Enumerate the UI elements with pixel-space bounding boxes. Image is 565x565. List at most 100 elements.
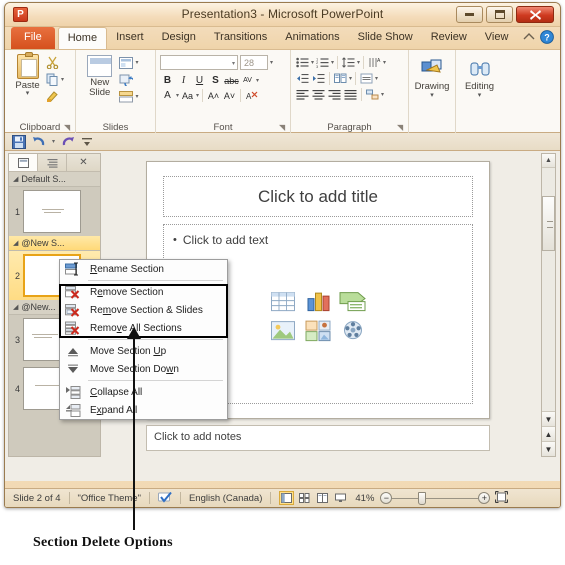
notes-pane[interactable]: Click to add notes <box>146 425 490 451</box>
menu-item-collapse-all[interactable]: Collapse All <box>60 383 227 401</box>
change-case-caret[interactable]: ▾ <box>196 92 199 99</box>
cut-button[interactable] <box>46 55 71 70</box>
tab-view[interactable]: View <box>476 27 518 49</box>
title-placeholder[interactable]: Click to add title <box>163 176 473 217</box>
convert-smartart-caret[interactable]: ▾ <box>381 91 384 98</box>
clear-formatting-button[interactable]: A <box>244 88 259 103</box>
outline-tab[interactable] <box>38 154 67 171</box>
font-size-input[interactable]: 28 <box>240 55 268 70</box>
reading-view-button[interactable] <box>315 491 330 505</box>
font-color-caret[interactable]: ▾ <box>176 92 179 99</box>
zoom-track[interactable] <box>392 491 479 505</box>
close-button[interactable] <box>516 6 554 23</box>
menu-item-move-section-up[interactable]: Move Section Up <box>60 342 227 360</box>
bullets-button[interactable] <box>295 55 310 69</box>
smartart-icon[interactable] <box>338 290 368 314</box>
collapse-triangle-icon[interactable]: ◢ <box>13 303 18 311</box>
change-case-button[interactable]: Aa <box>180 88 195 103</box>
zoom-slider[interactable]: − + <box>380 491 491 505</box>
character-spacing-button[interactable]: AV <box>240 73 255 88</box>
justify-button[interactable] <box>343 87 358 101</box>
scroll-down-button[interactable]: ▼ <box>542 411 555 426</box>
collapse-triangle-icon[interactable]: ◢ <box>13 175 18 183</box>
paste-dropdown-arrow[interactable]: ▾ <box>9 90 46 97</box>
minimize-ribbon-icon[interactable] <box>523 31 535 43</box>
menu-item-expand-all[interactable]: Expand All <box>60 401 227 419</box>
bullets-caret[interactable]: ▾ <box>311 59 314 66</box>
normal-view-button[interactable] <box>279 491 295 505</box>
align-text-caret[interactable]: ▾ <box>375 75 378 82</box>
section-header-new-s[interactable]: ◢ @New S... <box>9 236 100 251</box>
columns-caret[interactable]: ▾ <box>349 75 352 82</box>
tab-transitions[interactable]: Transitions <box>205 27 276 49</box>
menu-item-remove-all-sections[interactable]: Remove All Sections <box>60 319 227 337</box>
shadow-button[interactable]: S <box>208 73 223 88</box>
line-spacing-button[interactable] <box>341 55 356 69</box>
menu-item-rename-section[interactable]: Rename Section <box>60 260 227 278</box>
align-left-button[interactable] <box>295 87 310 101</box>
table-icon[interactable] <box>268 290 298 314</box>
shrink-font-button[interactable]: A˅ <box>222 88 237 103</box>
clipboard-dialog-launcher[interactable]: ◥ <box>64 124 72 132</box>
tab-review[interactable]: Review <box>422 27 476 49</box>
section-button[interactable]: ▾ <box>119 89 151 104</box>
new-slide-button[interactable]: New Slide <box>80 53 119 98</box>
drawing-dropdown-arrow[interactable]: ▾ <box>413 92 451 99</box>
font-dialog-launcher[interactable]: ◥ <box>279 124 287 132</box>
align-center-button[interactable] <box>311 87 326 101</box>
text-direction-button[interactable]: A <box>367 55 382 69</box>
theme-label[interactable]: "Office Theme" <box>78 493 141 504</box>
spellcheck-icon[interactable] <box>157 492 172 504</box>
paste-button[interactable]: Paste ▾ <box>9 52 46 97</box>
vertical-scrollbar[interactable]: ▲ ▼ ▲ ▼ <box>541 153 556 457</box>
slide-sorter-button[interactable] <box>297 491 312 505</box>
fit-to-window-button[interactable] <box>495 490 509 506</box>
clipart-icon[interactable] <box>303 319 333 343</box>
save-icon[interactable] <box>12 134 26 149</box>
align-text-button[interactable] <box>359 71 374 85</box>
slide-show-button[interactable] <box>333 491 348 505</box>
italic-button[interactable]: I <box>176 73 191 88</box>
character-spacing-caret[interactable]: ▾ <box>256 77 259 84</box>
tab-animations[interactable]: Animations <box>276 27 348 49</box>
minimize-button[interactable] <box>456 6 483 23</box>
align-right-button[interactable] <box>327 87 342 101</box>
section-header-default[interactable]: ◢ Default S... <box>9 172 100 187</box>
next-slide-button[interactable]: ▼ <box>542 441 555 456</box>
slide-thumbnail[interactable] <box>23 190 81 233</box>
customize-icon[interactable] <box>81 136 93 148</box>
menu-item-remove-section[interactable]: Remove Section <box>60 283 227 301</box>
tab-design[interactable]: Design <box>153 27 205 49</box>
picture-icon[interactable] <box>268 319 298 343</box>
section-context-menu[interactable]: Rename Section Remove Section Remove Sec… <box>59 259 228 420</box>
columns-button[interactable] <box>333 71 348 85</box>
help-icon[interactable]: ? <box>540 30 554 44</box>
tab-insert[interactable]: Insert <box>107 27 153 49</box>
previous-slide-button[interactable]: ▲ <box>542 426 555 441</box>
maximize-button[interactable] <box>486 6 513 23</box>
close-panel-button[interactable]: ✕ <box>67 154 100 171</box>
zoom-in-button[interactable]: + <box>478 492 491 504</box>
numbering-caret[interactable]: ▾ <box>331 59 334 66</box>
tab-home[interactable]: Home <box>57 27 108 49</box>
format-painter-button[interactable] <box>46 89 71 104</box>
reset-button[interactable] <box>119 72 151 87</box>
menu-item-move-section-down[interactable]: Move Section Down <box>60 360 227 378</box>
font-color-button[interactable]: A <box>160 88 175 103</box>
media-icon[interactable] <box>338 319 368 343</box>
undo-dropdown-arrow[interactable]: ▾ <box>52 138 55 145</box>
slides-tab[interactable] <box>9 154 38 171</box>
numbering-button[interactable]: 1 2 3 <box>315 55 330 69</box>
bold-button[interactable]: B <box>160 73 175 88</box>
zoom-thumb[interactable] <box>418 491 427 505</box>
text-direction-caret[interactable]: ▾ <box>383 59 386 66</box>
editing-dropdown-arrow[interactable]: ▾ <box>460 92 499 99</box>
font-name-input[interactable]: ▾ <box>160 55 238 70</box>
font-size-caret[interactable]: ▾ <box>270 59 273 66</box>
redo-icon[interactable] <box>61 135 75 148</box>
increase-indent-button[interactable] <box>311 71 326 85</box>
scrollbar-thumb[interactable] <box>542 196 555 251</box>
shapes-icon[interactable] <box>419 57 445 81</box>
convert-smartart-button[interactable] <box>365 87 380 101</box>
tab-slide-show[interactable]: Slide Show <box>349 27 422 49</box>
